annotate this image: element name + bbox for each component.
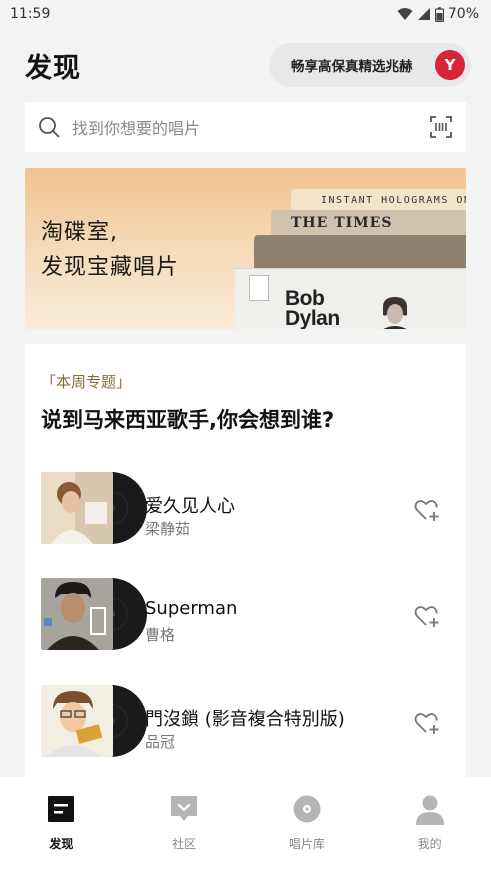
weekly-topic-card[interactable]: 「本周专题」 说到马来西亚歌手,你会想到谁? 爱久见人心 梁静茹 Superma…: [25, 344, 466, 784]
track-title: 爱久见人心: [145, 496, 235, 517]
banner-headline: 淘碟室, 发现宝藏唱片: [41, 215, 179, 285]
album-cover-image: [41, 685, 113, 757]
banner-record-spine-2: THE TIMES: [271, 210, 466, 236]
banner-album-cover: Bob Dylan: [235, 268, 466, 329]
banner-line-2: 发现宝藏唱片: [41, 255, 180, 280]
promo-logo-letter: Y: [444, 56, 456, 74]
album-cover-image: [41, 578, 113, 650]
search-bar[interactable]: 找到你想要的唱片: [25, 102, 466, 152]
hifi-promo-button[interactable]: 畅享高保真精选兆赫 Y: [269, 43, 471, 87]
bottom-tab-bar: 发现 社区 唱片库 我的: [0, 777, 491, 873]
track-title: Superman: [145, 598, 238, 619]
tab-label: 唱片库: [288, 837, 325, 851]
promo-logo-icon: Y: [435, 50, 465, 80]
banner-line-1: 淘碟室,: [41, 220, 118, 245]
album-cover-image: [41, 472, 113, 544]
wifi-icon: [397, 8, 413, 20]
discover-icon: [48, 796, 75, 822]
tab-profile[interactable]: 我的: [368, 777, 491, 873]
status-bar: 11:59 70%: [0, 0, 491, 28]
search-icon: [39, 117, 60, 138]
tab-label: 发现: [49, 837, 74, 851]
status-time: 11:59: [10, 6, 51, 22]
track-artist: 曹格: [145, 626, 176, 644]
track-item[interactable]: 門沒鎖 (影音複合特別版) 品冠: [41, 685, 451, 760]
album-portrait-image: [382, 297, 408, 329]
album-text-line-1: Bob: [285, 287, 325, 310]
record-store-banner[interactable]: 淘碟室, 发现宝藏唱片 INSTANT HOLOGRAMS ON A THE T…: [25, 168, 466, 329]
track-title: 門沒鎖 (影音複合特別版): [145, 709, 345, 730]
promo-label: 畅享高保真精选兆赫: [291, 59, 413, 75]
tab-record-library[interactable]: 唱片库: [246, 777, 369, 873]
album-text-line-2: Dylan: [285, 307, 340, 329]
community-icon: [171, 796, 198, 821]
search-input[interactable]: 找到你想要的唱片: [72, 115, 200, 139]
battery-icon: [434, 6, 444, 22]
heart-plus-icon[interactable]: [414, 711, 440, 735]
heart-plus-icon[interactable]: [414, 498, 440, 522]
track-artist: 梁静茹: [145, 520, 191, 538]
tab-label: 我的: [417, 837, 442, 851]
heart-plus-icon[interactable]: [414, 604, 440, 628]
track-item[interactable]: 爱久见人心 梁静茹: [41, 472, 451, 547]
banner-record-spine-3: [254, 235, 466, 269]
header: 发现 畅享高保真精选兆赫 Y: [0, 40, 491, 88]
status-icons: 70%: [397, 6, 479, 22]
tab-community[interactable]: 社区: [123, 777, 246, 873]
track-artist: 品冠: [145, 733, 176, 751]
album-artist-text: Bob Dylan: [285, 287, 340, 329]
topic-tag: 「本周专题」: [41, 373, 132, 391]
topic-title: 说到马来西亚歌手,你会想到谁?: [41, 408, 335, 432]
signal-icon: [417, 8, 430, 20]
tab-label: 社区: [172, 837, 197, 851]
album-sticker: [249, 275, 269, 301]
page-title: 发现: [25, 53, 81, 84]
scan-barcode-icon[interactable]: [430, 116, 452, 138]
record-library-icon: [293, 795, 321, 823]
profile-icon: [415, 795, 444, 825]
track-item[interactable]: Superman 曹格: [41, 578, 451, 653]
battery-percent: 70%: [447, 6, 479, 22]
banner-record-spine-1: INSTANT HOLOGRAMS ON A: [291, 189, 466, 211]
tab-discover[interactable]: 发现: [0, 777, 123, 873]
